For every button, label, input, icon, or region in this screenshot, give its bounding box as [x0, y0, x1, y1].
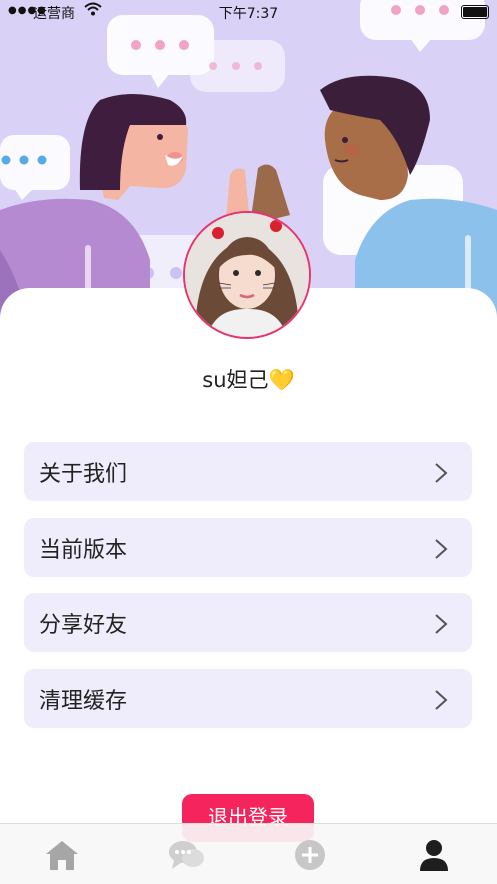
tab-home[interactable]	[42, 838, 82, 872]
user-name-text: su妲己	[202, 368, 269, 392]
plus-circle-icon	[290, 840, 330, 876]
menu-item-current-version[interactable]: 当前版本	[24, 518, 472, 577]
avatar[interactable]	[183, 211, 311, 339]
menu-item-label: 清理缓存	[39, 689, 128, 714]
battery-icon	[461, 5, 489, 19]
menu-item-label: 当前版本	[39, 538, 128, 563]
chevron-right-icon	[434, 613, 448, 639]
menu-item-label: 关于我们	[39, 462, 128, 487]
chevron-right-icon	[434, 538, 448, 564]
user-name: su妲己💛	[0, 364, 497, 394]
status-time: 下午7:37	[218, 6, 279, 22]
tab-profile[interactable]	[414, 838, 454, 872]
status-bar: ●●●● 运营商 下午7:37	[0, 0, 497, 24]
menu-item-label: 分享好友	[39, 613, 128, 638]
chevron-right-icon	[434, 689, 448, 715]
home-icon	[42, 841, 82, 876]
tab-messages[interactable]	[166, 838, 206, 872]
menu-item-about-us[interactable]: 关于我们	[24, 442, 472, 501]
tab-add[interactable]	[290, 838, 330, 872]
tab-bar	[0, 823, 497, 884]
menu-item-share-friends[interactable]: 分享好友	[24, 593, 472, 652]
person-icon	[414, 840, 454, 876]
chat-bubbles-icon	[166, 841, 206, 876]
menu-item-clear-cache[interactable]: 清理缓存	[24, 669, 472, 728]
yellow-heart-emoji: 💛	[268, 368, 295, 392]
chevron-right-icon	[434, 462, 448, 488]
